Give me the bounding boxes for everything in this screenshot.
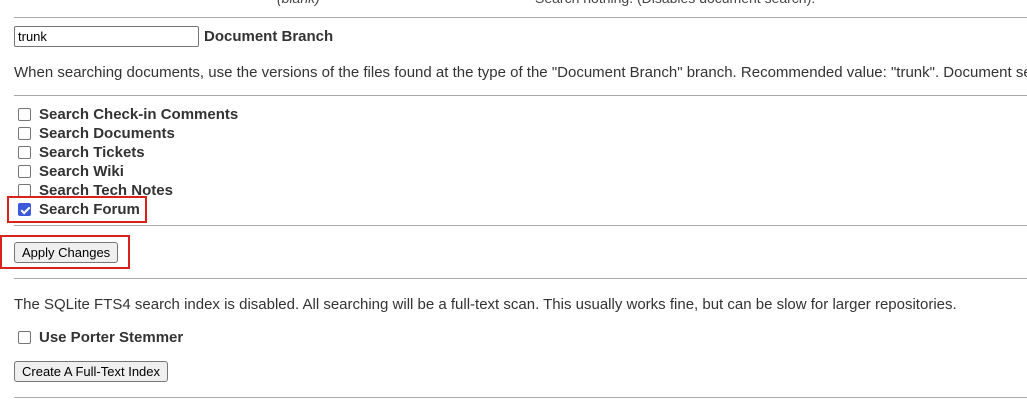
search-checkin-comments-option[interactable]: Search Check-in Comments bbox=[17, 105, 238, 124]
blank-option-description: Search nothing. (Disables document searc… bbox=[535, 0, 815, 8]
search-documents-option[interactable]: Search Documents bbox=[17, 124, 175, 143]
search-wiki-label: Search Wiki bbox=[39, 163, 124, 180]
porter-stemmer-label: Use Porter Stemmer bbox=[39, 329, 184, 346]
divider bbox=[14, 278, 1027, 279]
create-fulltext-index-button[interactable]: Create A Full-Text Index bbox=[14, 361, 169, 382]
fts-status-text: The SQLite FTS4 search index is disabled… bbox=[14, 296, 957, 313]
apply-changes-button[interactable]: Apply Changes bbox=[14, 242, 119, 263]
search-documents-checkbox[interactable] bbox=[18, 127, 31, 140]
search-tech-notes-label: Search Tech Notes bbox=[39, 182, 173, 199]
search-tech-notes-option[interactable]: Search Tech Notes bbox=[17, 181, 173, 200]
document-branch-input[interactable] bbox=[14, 26, 199, 47]
porter-stemmer-option[interactable]: Use Porter Stemmer bbox=[17, 328, 183, 347]
divider bbox=[14, 225, 1027, 226]
search-wiki-option[interactable]: Search Wiki bbox=[17, 162, 124, 181]
blank-option-label: (blank) bbox=[277, 0, 320, 8]
search-forum-option[interactable]: Search Forum bbox=[17, 200, 140, 219]
search-forum-checkbox[interactable] bbox=[18, 203, 31, 216]
document-branch-description: When searching documents, use the versio… bbox=[14, 64, 1027, 81]
search-tickets-option[interactable]: Search Tickets bbox=[17, 143, 145, 162]
search-checkin-comments-checkbox[interactable] bbox=[18, 108, 31, 121]
search-forum-label: Search Forum bbox=[39, 201, 140, 218]
search-wiki-checkbox[interactable] bbox=[18, 165, 31, 178]
divider bbox=[14, 397, 1027, 398]
search-documents-label: Search Documents bbox=[39, 125, 175, 142]
divider bbox=[14, 17, 1027, 18]
search-tech-notes-checkbox[interactable] bbox=[18, 184, 31, 197]
porter-stemmer-checkbox[interactable] bbox=[18, 331, 31, 344]
search-checkin-comments-label: Search Check-in Comments bbox=[39, 106, 239, 123]
search-tickets-checkbox[interactable] bbox=[18, 146, 31, 159]
document-branch-label: Document Branch bbox=[204, 28, 334, 45]
divider bbox=[14, 95, 1027, 96]
search-tickets-label: Search Tickets bbox=[39, 144, 145, 161]
